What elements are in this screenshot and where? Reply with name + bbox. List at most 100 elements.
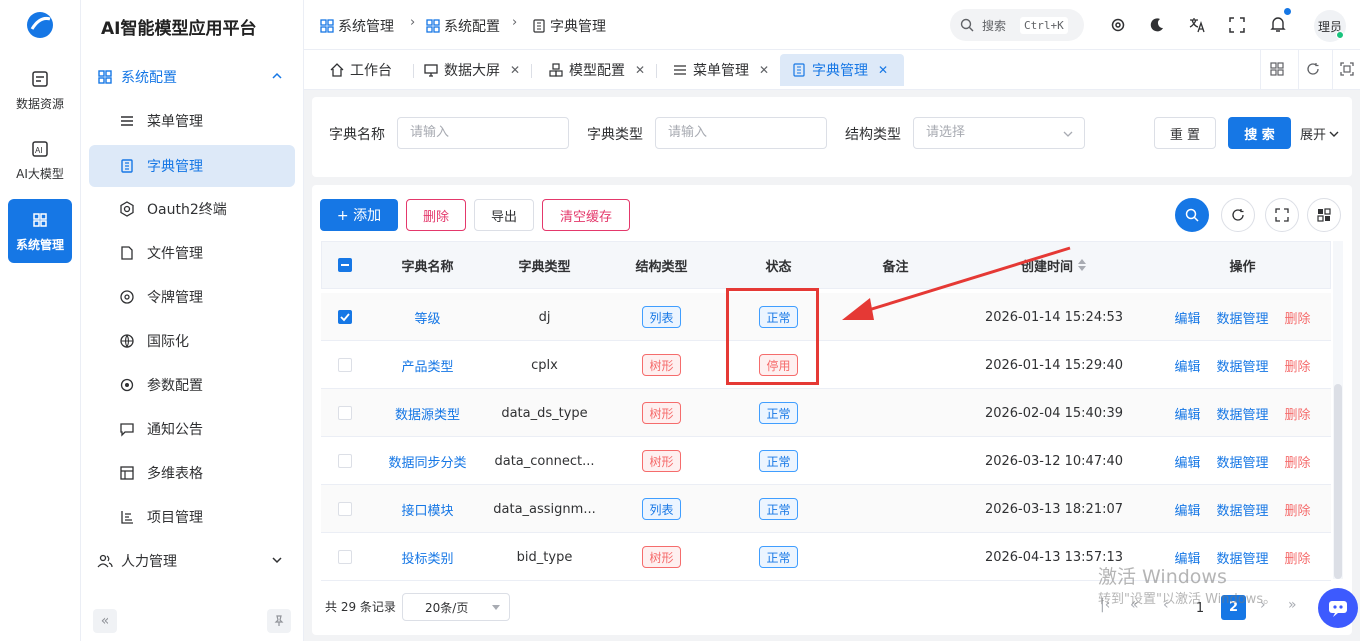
grid-icon[interactable] bbox=[1270, 62, 1284, 76]
checkbox-cell[interactable] bbox=[321, 485, 369, 533]
table-row[interactable]: 接口模块 data_assignm... 列表 正常 2026-03-13 18:21:… bbox=[321, 485, 1331, 533]
row-checkbox[interactable] bbox=[338, 406, 352, 420]
menu-item-i18n[interactable]: 国际化 bbox=[89, 320, 295, 362]
chat-assistant-button[interactable] bbox=[1318, 588, 1358, 628]
menu-group-hr[interactable]: 人力管理 bbox=[89, 540, 295, 582]
delete-button[interactable]: 删除 bbox=[406, 199, 466, 231]
struct-type-select[interactable]: 请选择 bbox=[913, 117, 1085, 149]
maximize-icon[interactable] bbox=[1340, 62, 1354, 76]
delete-link[interactable]: 删除 bbox=[1285, 404, 1311, 423]
menu-item-dict-manage[interactable]: 字典管理 bbox=[89, 145, 295, 187]
dict-type-value: data_assignm... bbox=[493, 501, 596, 517]
close-icon[interactable]: ✕ bbox=[510, 63, 520, 77]
data-manage-link[interactable]: 数据管理 bbox=[1216, 452, 1268, 471]
tab-label: 菜单管理 bbox=[693, 63, 749, 79]
close-icon[interactable]: ✕ bbox=[878, 63, 888, 77]
checkbox-cell[interactable] bbox=[321, 293, 369, 341]
edit-link[interactable]: 编辑 bbox=[1174, 308, 1200, 327]
search-toggle-button[interactable] bbox=[1175, 198, 1209, 232]
fullscreen-button[interactable] bbox=[1265, 198, 1299, 232]
menu-item-file-manage[interactable]: 文件管理 bbox=[89, 232, 295, 274]
menu-group-system-config[interactable]: 系统配置 bbox=[89, 56, 295, 98]
tab-data-screen[interactable]: 数据大屏 ✕ bbox=[412, 54, 532, 86]
global-search[interactable]: 搜索 Ctrl+K bbox=[950, 9, 1084, 41]
scrollbar-thumb[interactable] bbox=[1334, 384, 1342, 579]
row-checkbox[interactable] bbox=[338, 550, 352, 564]
delete-link[interactable]: 删除 bbox=[1285, 548, 1311, 567]
created-time-cell: 2026-02-04 15:40:39 bbox=[954, 389, 1154, 437]
pin-icon[interactable] bbox=[267, 609, 291, 633]
collapse-sidebar-icon[interactable]: « bbox=[93, 609, 117, 633]
dict-name-link[interactable]: 数据同步分类 bbox=[388, 452, 466, 471]
menu-item-param-config[interactable]: 参数配置 bbox=[89, 364, 295, 406]
export-button[interactable]: 导出 bbox=[474, 199, 534, 231]
refresh-icon[interactable] bbox=[1306, 62, 1320, 76]
menu-item-project-manage[interactable]: 项目管理 bbox=[89, 496, 295, 538]
menu-item-multi-table[interactable]: 多维表格 bbox=[89, 452, 295, 494]
settings-icon[interactable] bbox=[1110, 17, 1126, 33]
dict-name-input[interactable]: 请输入 bbox=[397, 117, 569, 149]
data-manage-link[interactable]: 数据管理 bbox=[1216, 404, 1268, 423]
breadcrumb-item[interactable]: 系统管理 bbox=[320, 16, 394, 36]
bell-icon[interactable] bbox=[1270, 16, 1286, 33]
menu-item-menu-manage[interactable]: 菜单管理 bbox=[89, 100, 295, 142]
delete-link[interactable]: 删除 bbox=[1285, 452, 1311, 471]
page-size-select[interactable]: 20条/页 bbox=[402, 593, 510, 621]
data-manage-link[interactable]: 数据管理 bbox=[1216, 500, 1268, 519]
close-icon[interactable]: ✕ bbox=[759, 63, 769, 77]
columns-button[interactable] bbox=[1307, 198, 1341, 232]
clear-cache-button[interactable]: 清空缓存 bbox=[542, 199, 630, 231]
delete-link[interactable]: 删除 bbox=[1285, 356, 1311, 375]
row-checkbox[interactable] bbox=[338, 310, 352, 324]
edit-link[interactable]: 编辑 bbox=[1174, 356, 1200, 375]
data-manage-link[interactable]: 数据管理 bbox=[1216, 308, 1268, 327]
delete-link[interactable]: 删除 bbox=[1285, 308, 1311, 327]
close-icon[interactable]: ✕ bbox=[635, 63, 645, 77]
breadcrumb-item[interactable]: 系统配置 bbox=[426, 16, 500, 36]
delete-link[interactable]: 删除 bbox=[1285, 500, 1311, 519]
checkbox-cell[interactable] bbox=[321, 533, 369, 581]
menu-item-oauth2[interactable]: Oauth2终端 bbox=[89, 188, 295, 230]
translate-icon[interactable] bbox=[1189, 17, 1205, 33]
dict-name-link[interactable]: 投标类别 bbox=[401, 548, 453, 567]
expand-toggle[interactable]: 展开 bbox=[1300, 124, 1340, 143]
dict-name-link[interactable]: 等级 bbox=[414, 308, 440, 327]
dict-name-link[interactable]: 接口模块 bbox=[401, 500, 453, 519]
rail-data-resource[interactable]: 数据资源 bbox=[8, 58, 72, 122]
select-all-cell[interactable] bbox=[321, 241, 369, 289]
rail-system-manage[interactable]: 系统管理 bbox=[8, 199, 72, 263]
row-checkbox[interactable] bbox=[338, 502, 352, 516]
expand-label: 展开 bbox=[1300, 128, 1327, 143]
row-checkbox[interactable] bbox=[338, 454, 352, 468]
menu-item-notice[interactable]: 通知公告 bbox=[89, 408, 295, 450]
search-button[interactable]: 搜 索 bbox=[1228, 117, 1291, 149]
tab-menu-manage[interactable]: 菜单管理 ✕ bbox=[661, 54, 781, 86]
moon-icon[interactable] bbox=[1149, 17, 1165, 33]
reset-button[interactable]: 重 置 bbox=[1154, 117, 1216, 149]
rail-ai-model[interactable]: AI AI大模型 bbox=[8, 128, 72, 192]
edit-link[interactable]: 编辑 bbox=[1174, 452, 1200, 471]
table-row[interactable]: 产品类型 cplx 树形 停用 2026-01-14 15:29:40 编辑 数据管理 删除 bbox=[321, 341, 1331, 389]
checkbox-cell[interactable] bbox=[321, 389, 369, 437]
refresh-button[interactable] bbox=[1221, 198, 1255, 232]
dict-type-input[interactable]: 请输入 bbox=[655, 117, 827, 149]
select-all-checkbox[interactable] bbox=[338, 258, 352, 272]
dict-name-link[interactable]: 数据源类型 bbox=[395, 404, 460, 423]
struct-type-tag: 树形 bbox=[642, 402, 681, 424]
checkbox-cell[interactable] bbox=[321, 341, 369, 389]
checkbox-cell[interactable] bbox=[321, 437, 369, 485]
tab-dict-manage[interactable]: 字典管理 ✕ bbox=[780, 54, 904, 86]
fullscreen-icon[interactable] bbox=[1229, 17, 1245, 33]
tab-workbench[interactable]: 工作台 bbox=[318, 54, 404, 86]
tab-model-config[interactable]: 模型配置 ✕ bbox=[537, 54, 657, 86]
dict-name-link[interactable]: 产品类型 bbox=[401, 356, 453, 375]
edit-link[interactable]: 编辑 bbox=[1174, 404, 1200, 423]
edit-link[interactable]: 编辑 bbox=[1174, 500, 1200, 519]
table-row[interactable]: 数据同步分类 data_connect... 树形 正常 2026-03-12 10:4… bbox=[321, 437, 1331, 485]
table-row[interactable]: 等级 dj 列表 正常 2026-01-14 15:24:53 编辑 数据管理 删除 bbox=[321, 293, 1331, 341]
add-button[interactable]: + 添加 bbox=[320, 199, 398, 231]
menu-item-token-manage[interactable]: 令牌管理 bbox=[89, 276, 295, 318]
data-manage-link[interactable]: 数据管理 bbox=[1216, 356, 1268, 375]
table-row[interactable]: 数据源类型 data_ds_type 树形 正常 2026-02-04 15:40:39… bbox=[321, 389, 1331, 437]
row-checkbox[interactable] bbox=[338, 358, 352, 372]
